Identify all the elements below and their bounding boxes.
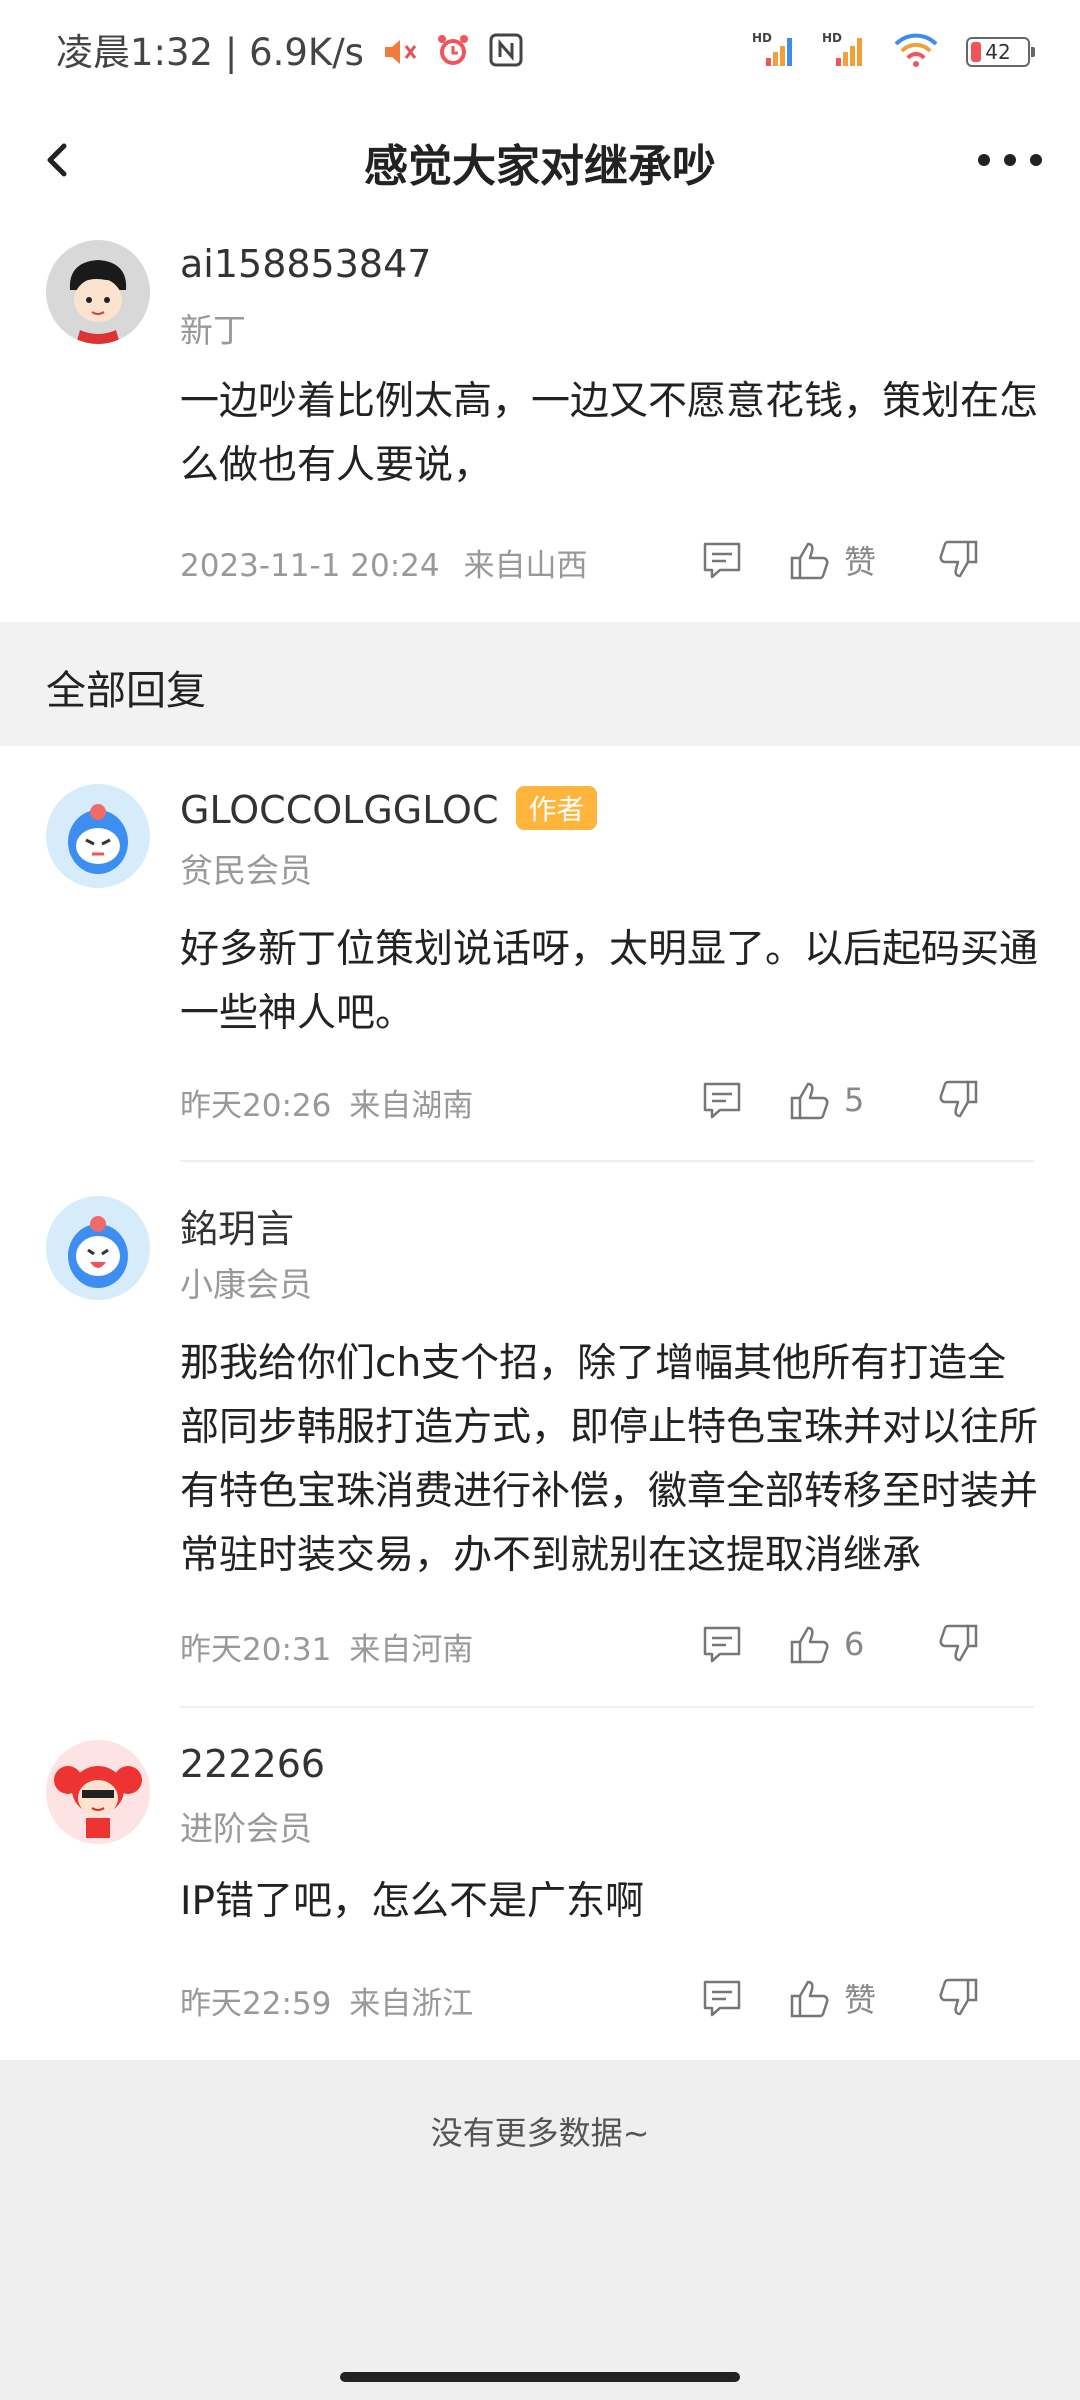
avatar[interactable]: [46, 1740, 150, 1844]
section-title: 全部回复: [46, 668, 206, 714]
comment-location: 来自山西: [463, 548, 588, 584]
user-name[interactable]: ai158853847: [180, 242, 431, 286]
reply-button[interactable]: [700, 1970, 744, 2026]
comment-icon: [703, 1082, 741, 1119]
comment-icon: [703, 542, 741, 579]
status-right: HD HD 42: [752, 28, 1035, 76]
comment-text: 好多新丁位策划说话呀，太明显了。以后起码买通一些神人吧。: [180, 927, 1039, 1036]
user-level: 贫民会员: [180, 851, 312, 890]
like-button[interactable]: 赞: [788, 532, 876, 588]
user-level: 进阶会员: [180, 1809, 312, 1848]
divider: [180, 1706, 1034, 1708]
signal-hd-1-icon: HD: [752, 30, 796, 74]
svg-text:HD: HD: [822, 31, 842, 45]
comment-text: IP错了吧，怎么不是广东啊: [180, 1879, 645, 1924]
page-title: 感觉大家对继承吵: [364, 141, 716, 192]
comment-location: 来自河南: [349, 1632, 474, 1668]
avatar[interactable]: [46, 784, 150, 888]
like-count: 赞: [844, 543, 877, 581]
reply-button[interactable]: [700, 1616, 744, 1672]
svg-text:HD: HD: [752, 31, 772, 45]
comment-actions: 5: [700, 1072, 1080, 1128]
like-count: 6: [844, 1625, 865, 1663]
status-time: 凌晨1:32: [56, 31, 214, 74]
thumbs-down-icon: [939, 540, 978, 578]
reply-item: 銘玥言 小康会员 那我给你们ch支个招，除了增幅其他所有打造全部同步韩服打造方式…: [0, 1166, 1080, 1710]
dislike-button[interactable]: [936, 1616, 980, 1672]
like-button[interactable]: 赞: [788, 1970, 876, 2026]
home-indicator[interactable]: [340, 2372, 740, 2382]
comment-actions: 赞: [700, 1970, 1080, 2026]
comment-icon: [703, 1980, 741, 2017]
user-name[interactable]: GLOCCOLGGLOC 作者: [180, 786, 597, 832]
avatar[interactable]: [46, 240, 150, 344]
reply-button[interactable]: [700, 1072, 744, 1128]
comment-icon: [703, 1626, 741, 1663]
thumbs-up-icon: [790, 542, 829, 580]
comment-text: 那我给你们ch支个招，除了增幅其他所有打造全部同步韩服打造方式，即停止特色宝珠并…: [180, 1341, 1039, 1578]
thumbs-down-icon: [939, 1080, 978, 1118]
comment-meta: 昨天22:59 来自浙江: [180, 1978, 473, 2023]
network-speed: 6.9K/s: [249, 31, 364, 74]
reply-button[interactable]: [700, 532, 744, 588]
user-level: 新丁: [180, 311, 246, 350]
divider: [180, 1160, 1034, 1162]
comment-location: 来自湖南: [349, 1088, 474, 1124]
comment-time: 昨天20:26: [180, 1088, 332, 1124]
reply-item: GLOCCOLGGLOC 作者 贫民会员 好多新丁位策划说话呀，太明显了。以后起码…: [0, 746, 1080, 1166]
user-level: 小康会员: [180, 1265, 312, 1304]
list-footer: 没有更多数据~: [0, 2060, 1080, 2400]
dislike-button[interactable]: [936, 1970, 980, 2026]
alarm-icon: [435, 32, 471, 77]
more-button[interactable]: [970, 130, 1050, 190]
thumbs-up-icon: [790, 1082, 829, 1120]
comment-time: 2023-11-1 20:24: [180, 548, 440, 584]
thumbs-up-icon: [790, 1626, 829, 1664]
comment-text: 一边吵着比例太高，一边又不愿意花钱，策划在怎么做也有人要说，: [180, 379, 1039, 488]
wifi-icon: [892, 30, 940, 74]
mute-icon: [382, 33, 418, 76]
thumbs-down-icon: [939, 1624, 978, 1662]
status-left: 凌晨1:32 | 6.9K/s: [56, 22, 523, 77]
more-icon: [978, 154, 1042, 166]
comment-location: 来自浙江: [349, 1986, 474, 2022]
no-more-data: 没有更多数据~: [430, 2114, 650, 2152]
dislike-button[interactable]: [936, 532, 980, 588]
battery-icon: 42: [966, 37, 1035, 67]
comment-actions: 6: [700, 1616, 1080, 1672]
main-comment: ai158853847 新丁 一边吵着比例太高，一边又不愿意花钱，策划在怎么做也…: [0, 220, 1080, 622]
user-name[interactable]: 222266: [180, 1742, 325, 1786]
comment-time: 昨天22:59: [180, 1986, 332, 2022]
status-bar: 凌晨1:32 | 6.9K/s HD HD 42: [0, 0, 1080, 100]
signal-hd-2-icon: HD: [822, 30, 866, 74]
reply-item: 222266 进阶会员 IP错了吧，怎么不是广东啊 昨天22:59 来自浙江 赞: [0, 1710, 1080, 2060]
like-button[interactable]: 6: [788, 1616, 864, 1672]
comment-meta: 2023-11-1 20:24 来自山西: [180, 540, 587, 585]
like-count: 赞: [844, 1981, 877, 2019]
author-badge: 作者: [516, 786, 597, 830]
comment-meta: 昨天20:31 来自河南: [180, 1624, 473, 1669]
thumbs-up-icon: [790, 1980, 829, 2018]
dislike-button[interactable]: [936, 1072, 980, 1128]
like-count: 5: [844, 1081, 865, 1119]
user-name[interactable]: 銘玥言: [180, 1198, 294, 1253]
replies-section-header: 全部回复: [0, 622, 1080, 746]
comment-time: 昨天20:31: [180, 1632, 332, 1668]
avatar[interactable]: [46, 1196, 150, 1300]
nav-bar: 感觉大家对继承吵: [0, 100, 1080, 220]
comment-actions: 赞: [700, 532, 1080, 588]
like-button[interactable]: 5: [788, 1072, 864, 1128]
comment-meta: 昨天20:26 来自湖南: [180, 1080, 473, 1125]
thumbs-down-icon: [939, 1978, 978, 2016]
nfc-icon: [489, 33, 523, 76]
